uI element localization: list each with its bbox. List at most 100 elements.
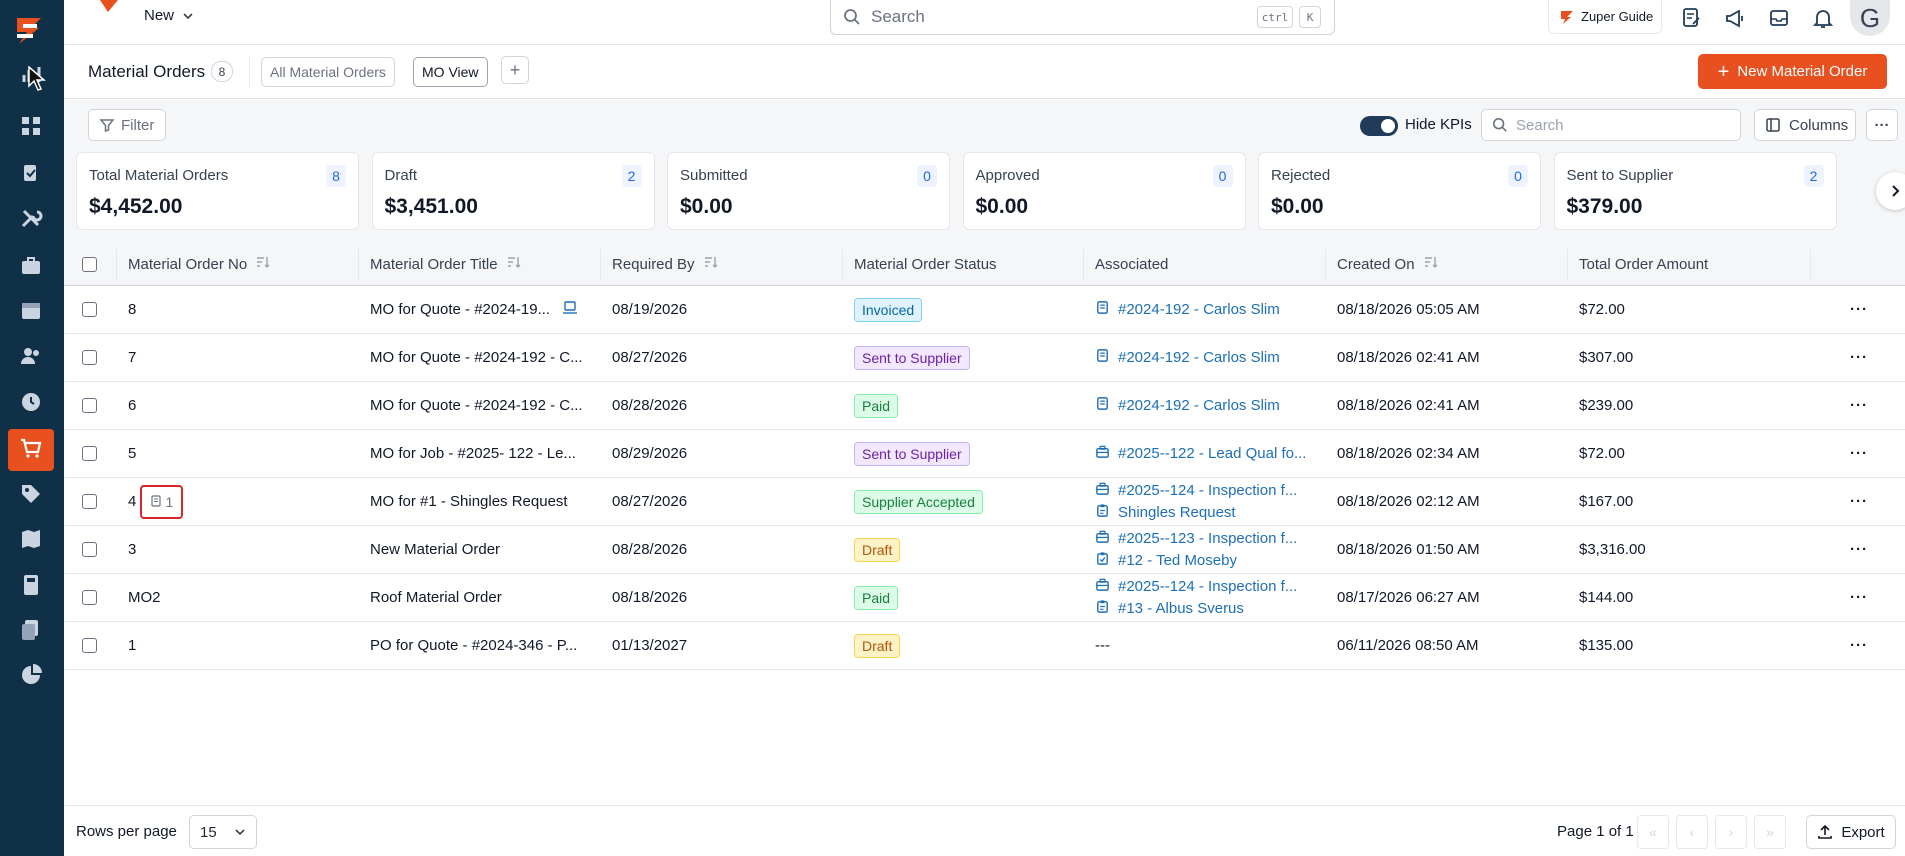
inbox-icon[interactable] (1766, 5, 1792, 31)
associated-link[interactable]: #2025--122 - Lead Qual fo... (1095, 444, 1306, 463)
order-title[interactable]: Roof Material Order (370, 589, 502, 606)
columns-button[interactable]: Columns (1754, 109, 1856, 141)
row-checkbox[interactable] (82, 446, 97, 461)
row-actions-button[interactable]: ··· (1850, 430, 1868, 477)
sidebar-item-pie-chart[interactable] (8, 656, 54, 698)
avatar[interactable]: G (1850, 0, 1890, 36)
table-row[interactable]: 4 1 MO for #1 - Shingles Request 08/27/2026… (64, 478, 1905, 526)
prev-page-button[interactable]: ‹ (1676, 815, 1708, 849)
megaphone-icon[interactable] (1722, 5, 1748, 31)
associated-link[interactable]: #2024-192 - Carlos Slim (1095, 396, 1280, 415)
row-checkbox[interactable] (82, 638, 97, 653)
associated-link[interactable]: #2025--123 - Inspection f... (1095, 529, 1297, 548)
order-title[interactable]: MO for #1 - Shingles Request (370, 493, 568, 510)
column-header[interactable]: Associated (1095, 243, 1168, 285)
sort-icon[interactable] (703, 255, 719, 273)
zuper-guide-button[interactable]: Zuper Guide (1548, 0, 1662, 34)
row-actions-button[interactable]: ··· (1850, 382, 1868, 429)
kpi-card[interactable]: Draft 2 $3,451.00 (371, 152, 655, 230)
sort-icon[interactable] (255, 255, 271, 273)
row-checkbox[interactable] (82, 350, 97, 365)
sidebar-item-jobs[interactable] (8, 154, 54, 196)
row-actions-button[interactable]: ··· (1850, 574, 1868, 621)
sidebar-item-calculator[interactable] (8, 566, 54, 608)
row-checkbox[interactable] (82, 494, 97, 509)
associated-link[interactable]: #13 - Albus Sverus (1095, 599, 1297, 618)
order-title[interactable]: PO for Quote - #2024-346 - P... (370, 637, 577, 654)
kpi-card[interactable]: Sent to Supplier 2 $379.00 (1553, 152, 1837, 230)
order-no[interactable]: 4 (128, 493, 136, 510)
table-row[interactable]: 7 MO for Quote - #2024-192 - C... 08/27/20… (64, 334, 1905, 382)
table-row[interactable]: 8 MO for Quote - #2024-19... 08/19/2026 Inv… (64, 286, 1905, 334)
column-header[interactable]: Material Order No (128, 243, 271, 285)
new-material-order-button[interactable]: + New Material Order (1698, 54, 1887, 89)
row-actions-button[interactable]: ··· (1850, 622, 1868, 669)
sidebar-item-apps-grid[interactable] (8, 107, 54, 149)
order-title[interactable]: MO for Quote - #2024-19... (370, 301, 550, 318)
row-actions-button[interactable]: ··· (1850, 334, 1868, 381)
associated-link[interactable]: #12 - Ted Moseby (1095, 551, 1297, 570)
order-no[interactable]: MO2 (128, 589, 161, 606)
sidebar-item-briefcase[interactable] (8, 247, 54, 289)
column-header[interactable]: Material Order Status (854, 243, 997, 285)
bell-icon[interactable] (1810, 5, 1836, 31)
order-title[interactable]: MO for Quote - #2024-192 - C... (370, 349, 583, 366)
table-row[interactable]: 1 PO for Quote - #2024-346 - P... 01/13/20… (64, 622, 1905, 670)
tab-all-material-orders[interactable]: All Material Orders (261, 57, 395, 87)
order-title[interactable]: New Material Order (370, 541, 500, 558)
kpi-card[interactable]: Submitted 0 $0.00 (667, 152, 950, 230)
associated-link[interactable]: #2025--124 - Inspection f... (1095, 577, 1297, 596)
row-checkbox[interactable] (82, 542, 97, 557)
toolbar-more-button[interactable]: ··· (1866, 109, 1898, 141)
sidebar-item-map[interactable] (8, 520, 54, 562)
order-no[interactable]: 5 (128, 445, 136, 462)
column-header[interactable]: Total Order Amount (1579, 243, 1708, 285)
new-menu[interactable]: New (144, 7, 194, 24)
filter-button[interactable]: Filter (88, 109, 166, 141)
table-row[interactable]: MO2 Roof Material Order 08/18/2026 Paid #202… (64, 574, 1905, 622)
row-actions-button[interactable]: ··· (1850, 526, 1868, 573)
notes-icon[interactable] (1678, 5, 1704, 31)
table-row[interactable]: 6 MO for Quote - #2024-192 - C... 08/28/20… (64, 382, 1905, 430)
sidebar-item-calendar[interactable] (8, 291, 54, 333)
row-actions-button[interactable]: ··· (1850, 478, 1868, 525)
export-button[interactable]: Export (1806, 815, 1896, 849)
table-row[interactable]: 5 MO for Job - #2025- 122 - Le... 08/29/20… (64, 430, 1905, 478)
associated-link[interactable]: #2025--124 - Inspection f... (1095, 481, 1297, 500)
sidebar-item-users[interactable] (8, 337, 54, 379)
global-search[interactable]: Search ctrl K (830, 0, 1335, 35)
note-edit-icon[interactable] (562, 300, 578, 319)
tab-mo-view[interactable]: MO View (413, 57, 488, 87)
add-view-button[interactable]: + (501, 56, 529, 84)
kpi-next-button[interactable] (1876, 172, 1905, 210)
column-header[interactable]: Required By (612, 243, 719, 285)
last-page-button[interactable]: » (1754, 815, 1786, 849)
select-all-checkbox[interactable] (82, 256, 97, 272)
sort-icon[interactable] (506, 255, 522, 273)
order-no[interactable]: 6 (128, 397, 136, 414)
row-checkbox[interactable] (82, 398, 97, 413)
table-search-input[interactable]: Search (1481, 109, 1741, 141)
order-no[interactable]: 1 (128, 637, 136, 654)
kpi-card[interactable]: Approved 0 $0.00 (962, 152, 1246, 230)
order-no[interactable]: 7 (128, 349, 136, 366)
sidebar-item-clock[interactable] (8, 383, 54, 425)
zuper-logo[interactable] (9, 10, 49, 50)
sort-icon[interactable] (1423, 255, 1439, 273)
sidebar-item-tools[interactable] (8, 199, 54, 241)
hide-kpis-toggle[interactable] (1360, 116, 1398, 136)
notes-count-chip[interactable]: 1 (140, 484, 184, 519)
column-header[interactable]: Created On (1337, 243, 1439, 285)
order-no[interactable]: 3 (128, 541, 136, 558)
kpi-card[interactable]: Rejected 0 $0.00 (1258, 152, 1541, 230)
row-actions-button[interactable]: ··· (1850, 286, 1868, 333)
associated-link[interactable]: #2024-192 - Carlos Slim (1095, 300, 1280, 319)
associated-link[interactable]: Shingles Request (1095, 503, 1297, 522)
table-row[interactable]: 3 New Material Order 08/28/2026 Draft #2025-… (64, 526, 1905, 574)
row-checkbox[interactable] (82, 590, 97, 605)
sidebar-item-documents[interactable] (8, 611, 54, 653)
order-title[interactable]: MO for Job - #2025- 122 - Le... (370, 445, 576, 462)
sidebar-item-cart[interactable] (8, 429, 54, 471)
order-title[interactable]: MO for Quote - #2024-192 - C... (370, 397, 583, 414)
order-no[interactable]: 8 (128, 301, 136, 318)
